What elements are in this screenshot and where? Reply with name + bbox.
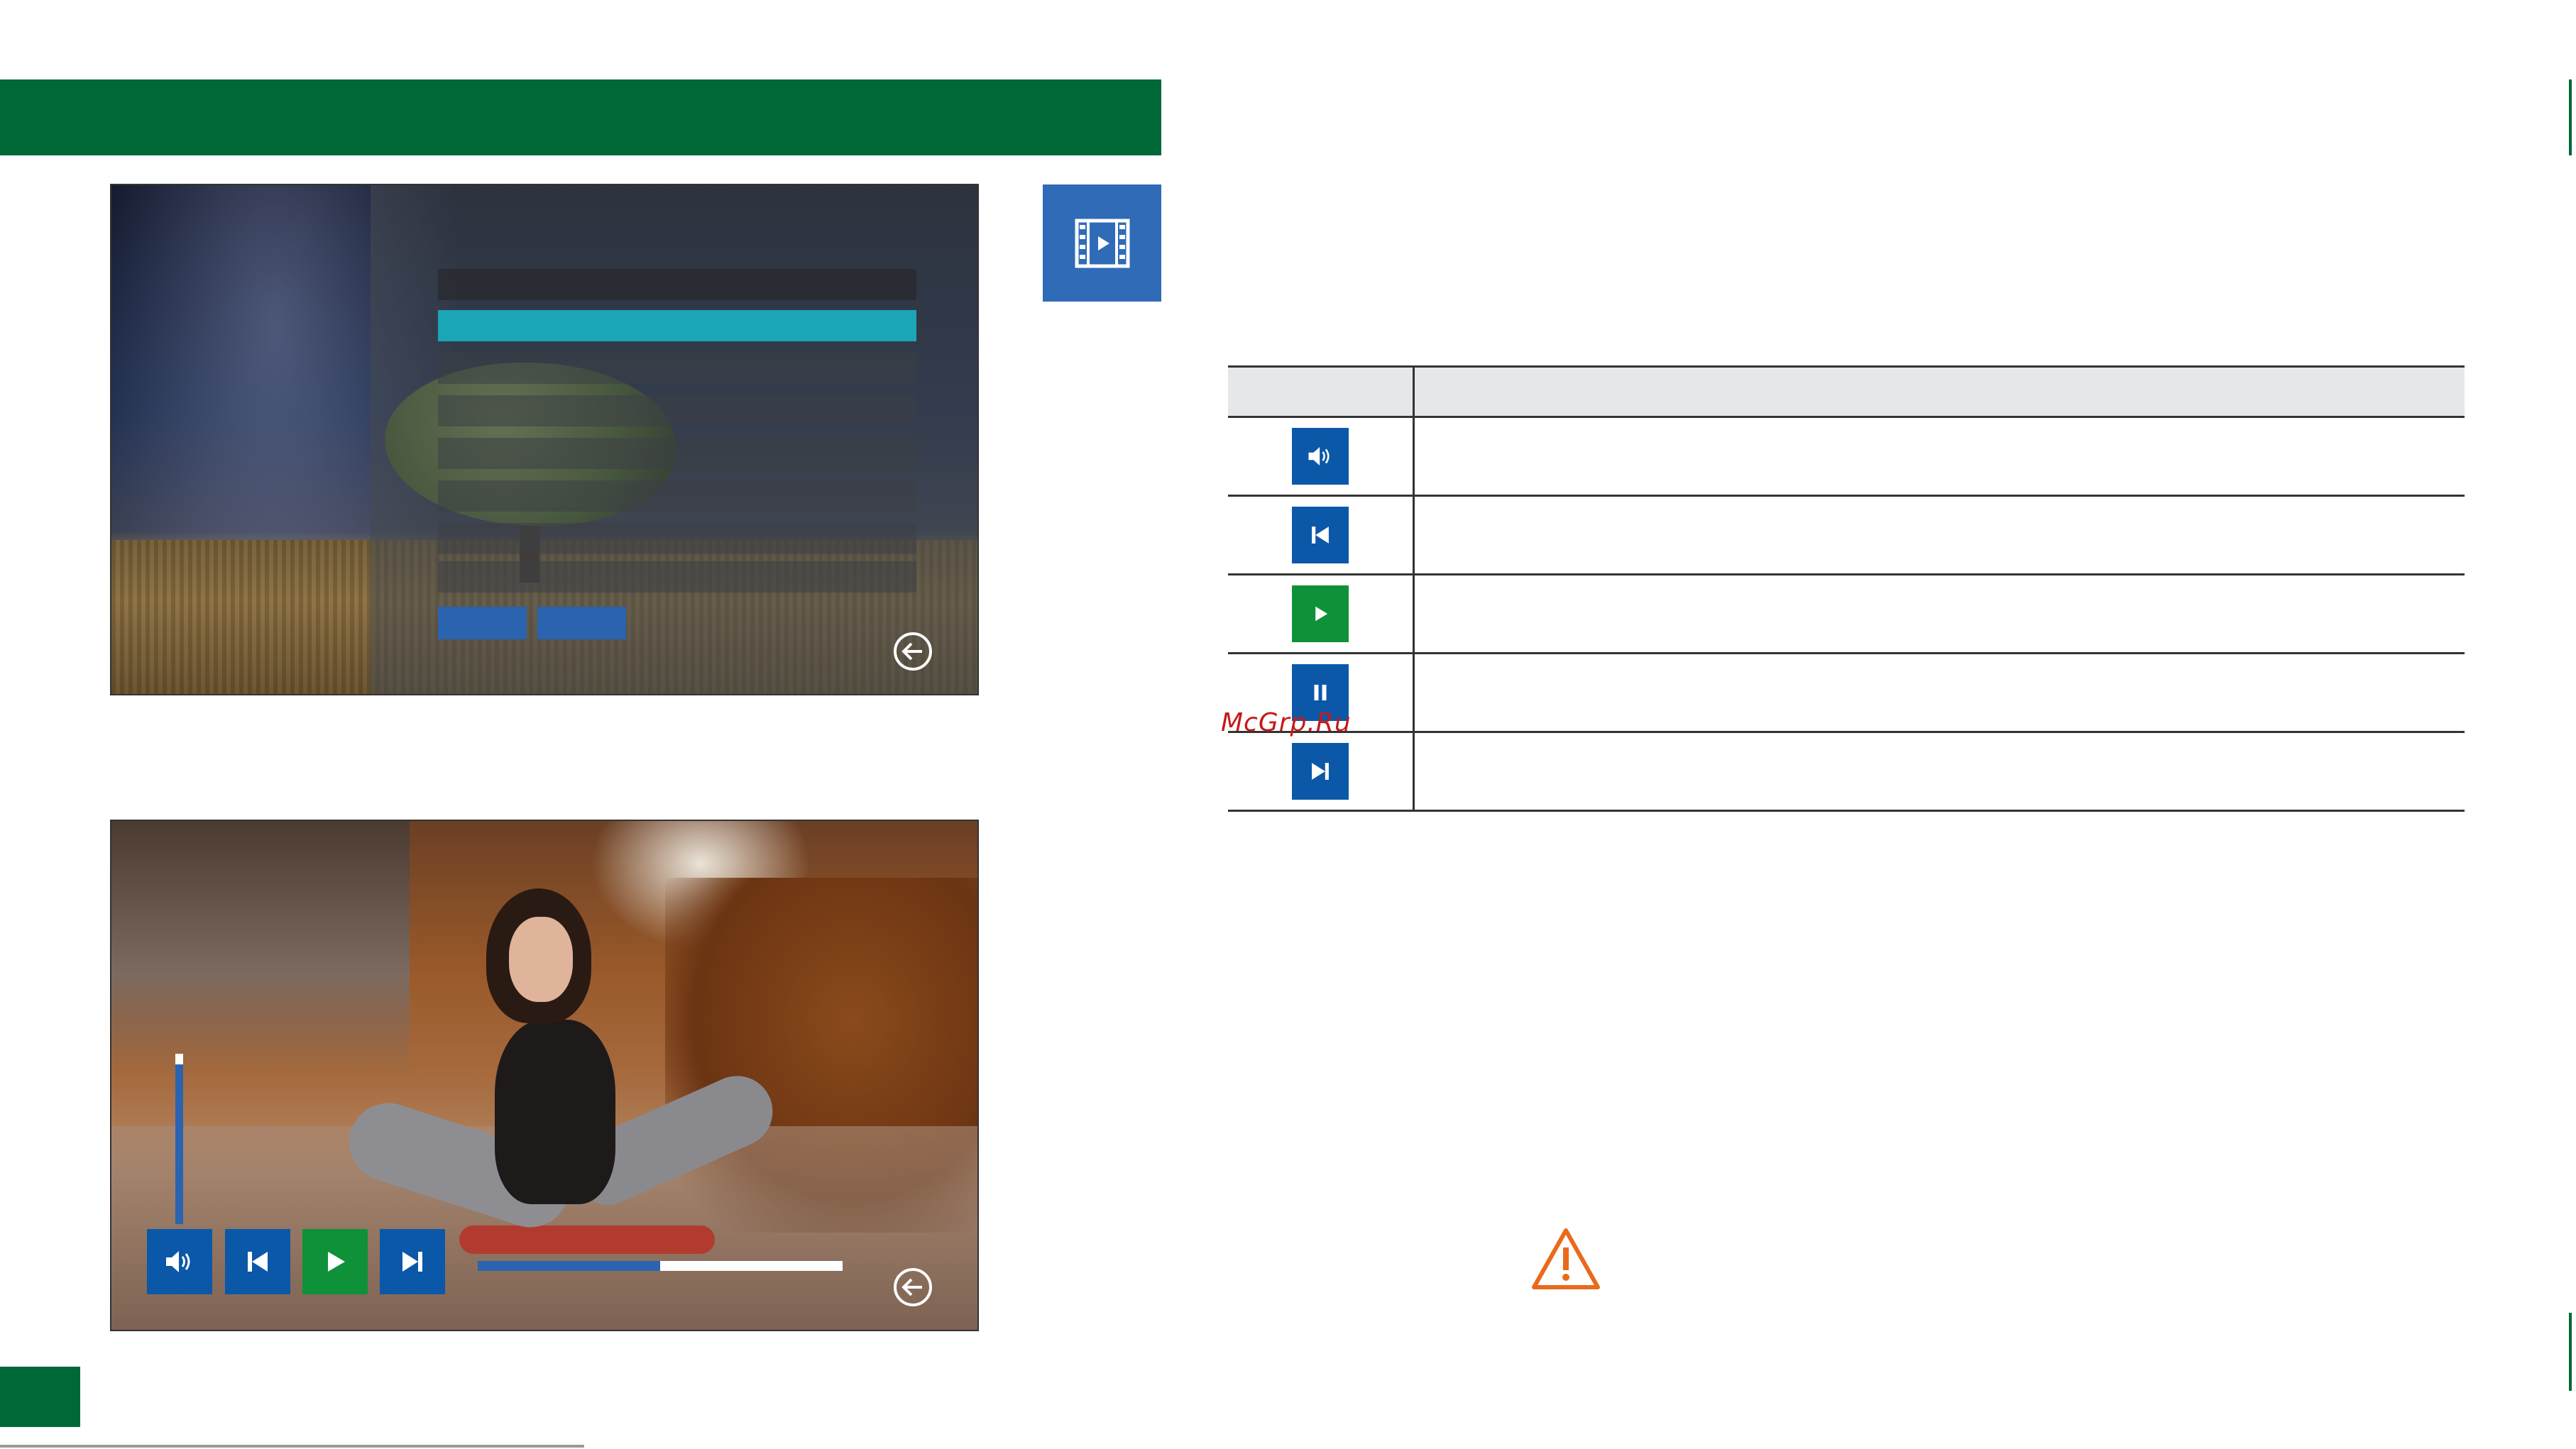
- table-header-row: [1228, 365, 2465, 418]
- play-icon: [1292, 585, 1349, 642]
- previous-icon[interactable]: [225, 1229, 290, 1294]
- page-edge-marker: [2569, 1313, 2572, 1391]
- list-action-button[interactable]: [537, 607, 626, 639]
- film-play-icon: [1043, 184, 1161, 302]
- list-row[interactable]: [438, 395, 916, 426]
- table-description-cell: [1413, 417, 2465, 497]
- playback-progress-bar[interactable]: [478, 1261, 843, 1271]
- warning-triangle-icon: [1530, 1226, 1602, 1291]
- volume-icon[interactable]: [147, 1229, 212, 1294]
- skateboard: [459, 1225, 715, 1254]
- file-list-screenshot: [110, 184, 979, 695]
- table-description-cell: [1413, 574, 2465, 654]
- volume-icon: [1292, 428, 1349, 485]
- bottom-rule: [0, 1445, 584, 1448]
- table-row: [1228, 417, 2465, 497]
- header-band: [0, 79, 1161, 155]
- next-icon[interactable]: [380, 1229, 445, 1294]
- table-header-icon-column: [1228, 365, 1415, 418]
- list-row[interactable]: [438, 561, 916, 593]
- list-action-button[interactable]: [438, 607, 527, 639]
- play-icon[interactable]: [302, 1229, 368, 1294]
- list-row[interactable]: [438, 438, 916, 469]
- volume-slider-level: [175, 1054, 183, 1064]
- table-description-cell: [1413, 653, 2465, 733]
- list-row[interactable]: [438, 353, 916, 384]
- page-number-tab: [0, 1367, 80, 1427]
- back-arrow-icon[interactable]: [894, 632, 932, 671]
- list-header-row: [438, 269, 916, 300]
- table-row: [1228, 495, 2465, 575]
- watermark: McGrp.Ru: [1221, 708, 1352, 737]
- table-row: [1228, 653, 2465, 733]
- playback-progress-fill: [478, 1261, 660, 1271]
- table-description-cell: [1413, 495, 2465, 575]
- next-icon: [1292, 743, 1349, 800]
- background-building: [111, 821, 410, 1076]
- table-header-description-column: [1413, 365, 2465, 418]
- table-description-cell: [1413, 732, 2465, 812]
- video-player-screenshot: [110, 820, 979, 1331]
- person-face: [509, 917, 573, 1002]
- back-arrow-icon[interactable]: [894, 1268, 932, 1306]
- table-row: [1228, 732, 2465, 812]
- list-row-selected[interactable]: [438, 310, 916, 341]
- volume-slider[interactable]: [175, 1054, 183, 1224]
- person-body: [495, 1020, 615, 1204]
- table-row: [1228, 574, 2465, 654]
- previous-icon: [1292, 507, 1349, 563]
- controls-table: [1228, 365, 2465, 812]
- list-row[interactable]: [438, 480, 916, 512]
- page-edge-marker: [2569, 79, 2572, 155]
- list-row[interactable]: [438, 523, 916, 554]
